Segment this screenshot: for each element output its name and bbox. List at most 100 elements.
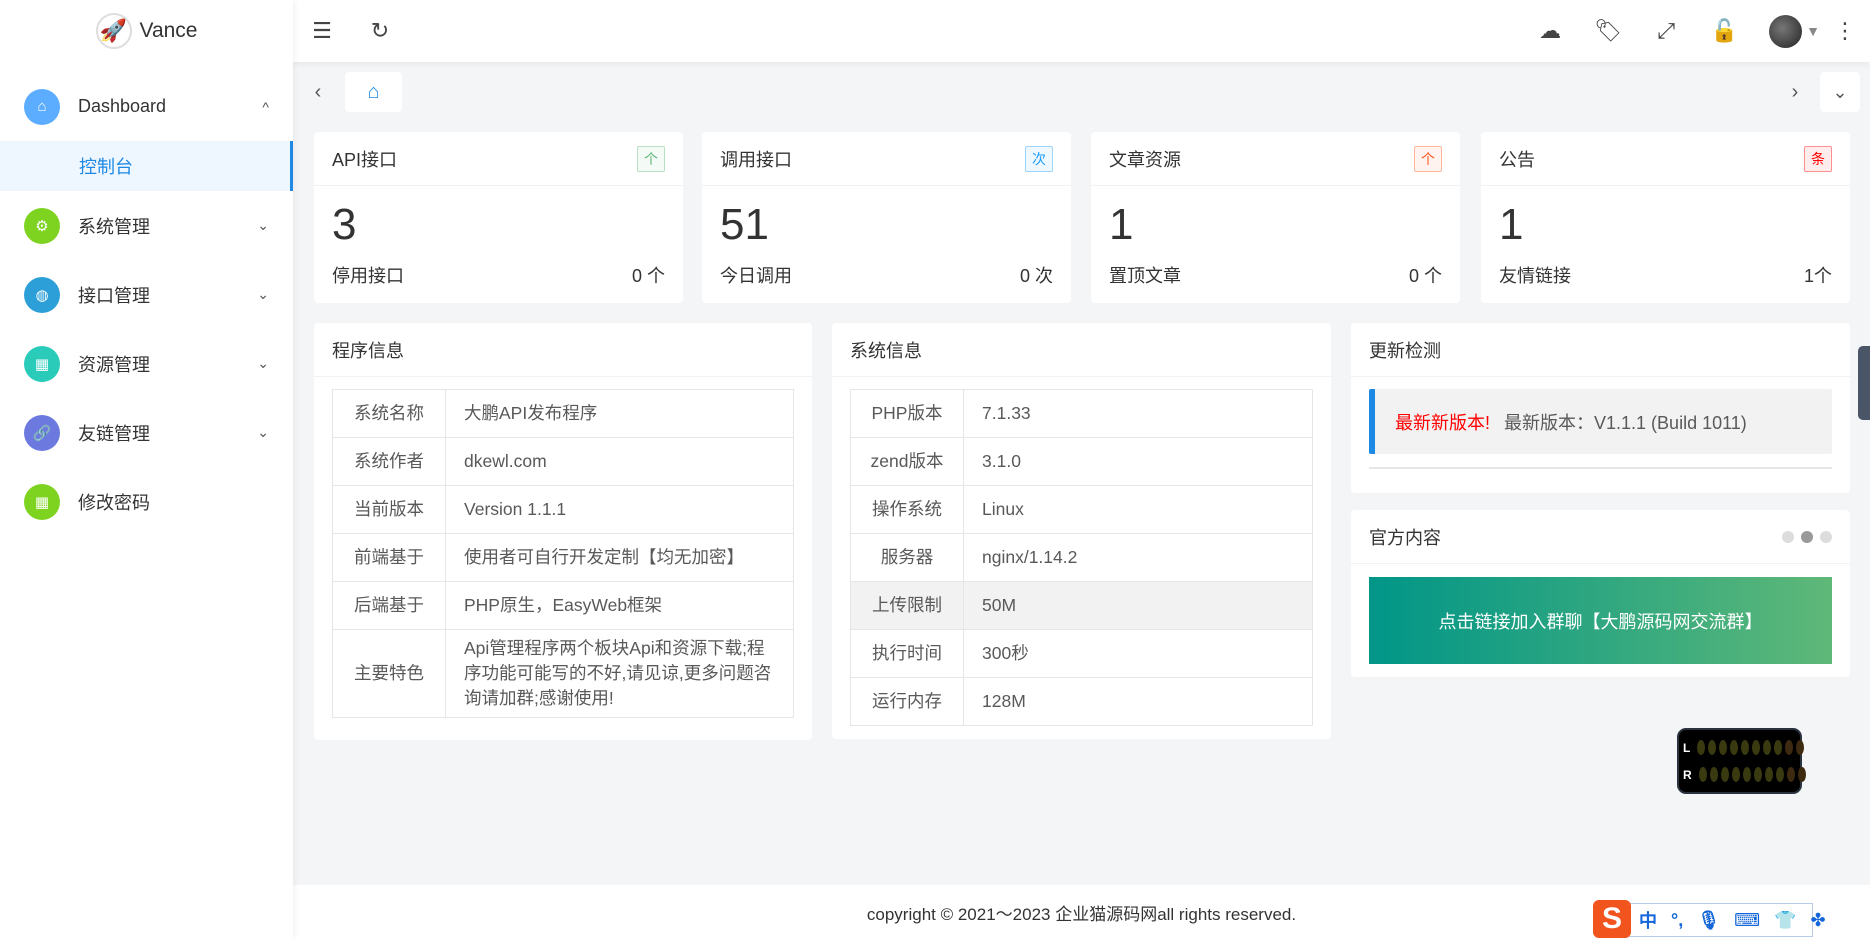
carousel-dot[interactable] [1782,531,1794,543]
audio-level-meter[interactable]: L R [1677,728,1802,794]
collapse-menu-icon[interactable]: ☰ [293,0,351,62]
side-widget-handle[interactable] [1858,346,1870,420]
row-value: nginx/1.14.2 [964,534,1313,582]
menu-icon: ▦ [24,346,60,382]
row-value: 128M [964,678,1313,726]
update-panel: 更新检测 最新新版本! 最新版本：V1.1.1 (Build 1011) [1351,323,1850,493]
meter-led [1699,767,1707,782]
microphone-icon[interactable]: 🎙 [1697,910,1720,931]
lock-icon[interactable]: 🔓 [1695,0,1753,62]
ime-punctuation[interactable]: °, [1671,910,1683,931]
meter-led [1785,740,1793,755]
update-notice: 最新新版本! 最新版本：V1.1.1 (Build 1011) [1369,389,1832,454]
stat-value: 3 [314,186,683,250]
sidebar-item[interactable]: ◍接口管理⌄ [0,260,293,329]
table-row: 系统作者dkewl.com [333,438,794,486]
header: ☰ ↻ ☁ 🏷 ⤢ 🔓 ▼ ⋮ [293,0,1870,62]
stat-value: 1 [1091,186,1460,250]
sidebar-item[interactable]: ⌂Dashboard^ [0,72,293,141]
stat-sub-value: 0 个 [632,262,665,288]
ime-toolbar[interactable]: S 中 °, 🎙 ⌨ 👕 ✤ [1596,903,1813,937]
stat-value: 1 [1481,186,1850,250]
stat-sub-label: 友情链接 [1499,262,1571,288]
row-value: 7.1.33 [964,390,1313,438]
menu-icon: ◍ [24,277,60,313]
panel-title: 更新检测 [1351,323,1850,377]
sidebar-item-label: 友链管理 [78,420,257,446]
tab-next-icon[interactable]: › [1780,72,1810,112]
stat-badge: 个 [637,146,665,172]
more-icon[interactable]: ⋮ [1820,0,1870,62]
stat-badge: 个 [1414,146,1442,172]
tab-dropdown-button[interactable]: ⌄ [1820,72,1860,112]
chevron-down-icon: ⌄ [257,355,269,372]
panel-title: 系统信息 [832,323,1331,377]
system-info-panel: 系统信息 PHP版本7.1.33zend版本3.1.0操作系统Linux服务器n… [832,323,1331,739]
row-key: 系统作者 [333,438,446,486]
stat-card: 文章资源 个 1 置顶文章 0 个 [1091,132,1460,303]
ime-mode[interactable]: 中 [1639,907,1657,933]
table-row: 后端基于PHP原生，EasyWeb框架 [333,582,794,630]
row-key: PHP版本 [851,390,964,438]
sidebar-item[interactable]: 🔗友链管理⌄ [0,398,293,467]
meter-led [1708,740,1716,755]
toolbox-icon[interactable]: ✤ [1810,910,1825,931]
chevron-down-icon: ⌄ [257,424,269,441]
update-text: 最新版本：V1.1.1 (Build 1011) [1504,409,1747,435]
meter-right-label: R [1683,768,1692,782]
row-value: 大鹏API发布程序 [446,390,794,438]
fullscreen-icon[interactable]: ⤢ [1637,0,1695,62]
stat-title: 文章资源 [1109,146,1181,172]
carousel-dot-active[interactable] [1801,531,1813,543]
row-key: zend版本 [851,438,964,486]
stat-sub-label: 今日调用 [720,262,792,288]
table-row: 操作系统Linux [851,486,1313,534]
table-row: 服务器nginx/1.14.2 [851,534,1313,582]
row-value: Version 1.1.1 [446,486,794,534]
table-row: 主要特色Api管理程序两个板块Api和资源下载;程序功能可能写的不好,请见谅,更… [333,630,794,718]
sidebar-item[interactable]: ⚙系统管理⌄ [0,191,293,260]
row-value: Api管理程序两个板块Api和资源下载;程序功能可能写的不好,请见谅,更多问题咨… [446,630,794,718]
row-key: 服务器 [851,534,964,582]
sidebar: 🚀 Vance ⌂Dashboard^控制台⚙系统管理⌄◍接口管理⌄▦资源管理⌄… [0,0,293,939]
meter-led [1776,767,1784,782]
sidebar-item[interactable]: ▦修改密码 [0,467,293,536]
cloud-code-icon[interactable]: ☁ [1521,0,1579,62]
official-panel: 官方内容 点击链接加入群聊【大鹏源码网交流群】 [1351,510,1850,677]
meter-led [1730,740,1738,755]
logo[interactable]: 🚀 Vance [0,0,293,62]
home-tab[interactable]: ⌂ [345,72,402,112]
meter-led [1763,740,1771,755]
sidebar-item-label: 资源管理 [78,351,257,377]
sogou-logo[interactable]: S [1593,900,1631,938]
stat-badge: 次 [1025,146,1053,172]
row-value: 50M [964,582,1313,630]
meter-led [1765,767,1773,782]
row-key: 主要特色 [333,630,446,718]
keyboard-icon[interactable]: ⌨ [1734,910,1760,931]
table-row: 执行时间300秒 [851,630,1313,678]
row-value: Linux [964,486,1313,534]
row-value: PHP原生，EasyWeb框架 [446,582,794,630]
meter-left-label: L [1683,741,1690,755]
stat-sub-value: 1个 [1804,262,1832,288]
tag-icon[interactable]: 🏷 [1579,0,1637,62]
refresh-icon[interactable]: ↻ [351,0,409,62]
join-group-banner[interactable]: 点击链接加入群聊【大鹏源码网交流群】 [1369,577,1832,664]
meter-led [1721,767,1729,782]
avatar[interactable] [1769,15,1802,48]
skin-shirt-icon[interactable]: 👕 [1774,910,1796,931]
copyright: copyright © 2021～2023 企业猫源码网all rights r… [867,900,1296,925]
stat-title: 公告 [1499,146,1535,172]
left-leds [1697,740,1804,755]
table-row: 系统名称大鹏API发布程序 [333,390,794,438]
sidebar-subitem-console[interactable]: 控制台 [0,141,293,191]
sidebar-item[interactable]: ▦ 资源管理⌄ [0,329,293,398]
caret-down-icon[interactable]: ▼ [1806,23,1820,39]
carousel-dot[interactable] [1820,531,1832,543]
stat-value: 51 [702,186,1071,250]
row-key: 后端基于 [333,582,446,630]
tab-prev-icon[interactable]: ‹ [303,72,333,112]
stat-sub-value: 0 个 [1409,262,1442,288]
stat-sub-label: 置顶文章 [1109,262,1181,288]
